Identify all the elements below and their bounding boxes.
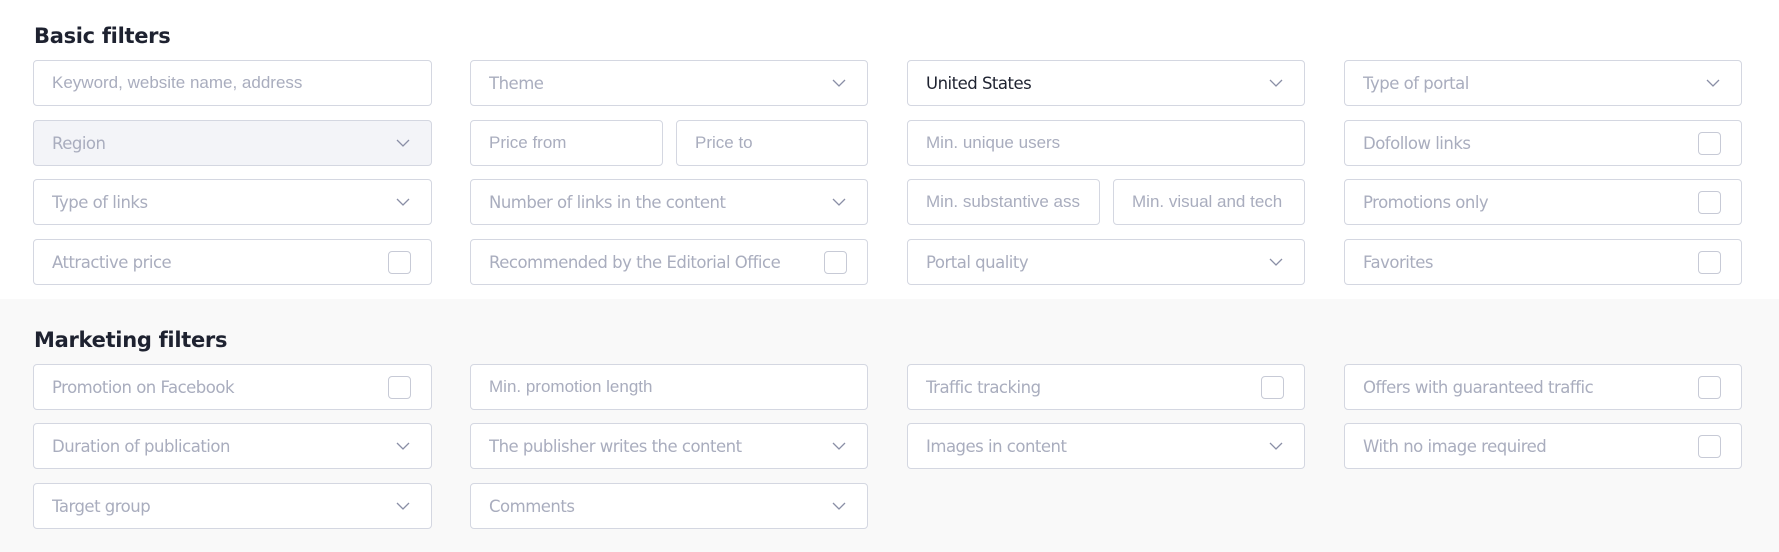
min-promotion-length-placeholder: Min. promotion length: [489, 377, 653, 396]
chevron-down-icon: [1705, 75, 1721, 91]
region-select[interactable]: Region: [33, 120, 432, 166]
min-visual-placeholder: Min. visual and tech: [1132, 192, 1283, 211]
facebook-label: Promotion on Facebook: [52, 377, 235, 397]
marketing-filters-title: Marketing filters: [34, 328, 228, 352]
chevron-down-icon: [831, 438, 847, 454]
country-select[interactable]: United States: [907, 60, 1305, 106]
portal-type-label: Type of portal: [1363, 73, 1469, 93]
recommended-label: Recommended by the Editorial Office: [489, 252, 781, 272]
guaranteed-traffic-checkbox-field[interactable]: Offers with guaranteed traffic: [1344, 364, 1742, 410]
guaranteed-traffic-checkbox[interactable]: [1698, 375, 1721, 399]
no-image-label: With no image required: [1363, 436, 1547, 456]
chevron-down-icon: [1268, 254, 1284, 270]
images-select[interactable]: Images in content: [907, 423, 1305, 469]
recommended-checkbox-field[interactable]: Recommended by the Editorial Office: [470, 239, 868, 285]
portal-quality-label: Portal quality: [926, 252, 1029, 272]
chevron-down-icon: [1268, 438, 1284, 454]
chevron-down-icon: [395, 498, 411, 514]
region-label: Region: [52, 133, 106, 153]
no-image-checkbox-field[interactable]: With no image required: [1344, 423, 1742, 469]
target-group-select[interactable]: Target group: [33, 483, 432, 529]
links-count-label: Number of links in the content: [489, 192, 726, 212]
attractive-price-checkbox[interactable]: [388, 250, 411, 274]
basic-filters-title: Basic filters: [34, 24, 171, 48]
chevron-down-icon: [831, 194, 847, 210]
traffic-tracking-checkbox-field[interactable]: Traffic tracking: [907, 364, 1305, 410]
theme-select[interactable]: Theme: [470, 60, 868, 106]
min-unique-users-placeholder: Min. unique users: [926, 133, 1061, 152]
favorites-label: Favorites: [1363, 252, 1434, 272]
price-to-input[interactable]: Price to: [676, 120, 868, 166]
facebook-checkbox-field[interactable]: Promotion on Facebook: [33, 364, 432, 410]
link-type-select[interactable]: Type of links: [33, 179, 432, 225]
chevron-down-icon: [395, 194, 411, 210]
dofollow-checkbox-field[interactable]: Dofollow links: [1344, 120, 1742, 166]
min-unique-users-input[interactable]: Min. unique users: [907, 120, 1305, 166]
theme-label: Theme: [489, 73, 544, 93]
attractive-price-checkbox-field[interactable]: Attractive price: [33, 239, 432, 285]
chevron-down-icon: [831, 498, 847, 514]
duration-label: Duration of publication: [52, 436, 230, 456]
min-substantive-input[interactable]: Min. substantive ass: [907, 179, 1100, 225]
traffic-tracking-label: Traffic tracking: [926, 377, 1041, 397]
favorites-checkbox[interactable]: [1698, 250, 1721, 274]
portal-type-select[interactable]: Type of portal: [1344, 60, 1742, 106]
attractive-price-label: Attractive price: [52, 252, 172, 272]
promotions-only-checkbox[interactable]: [1698, 190, 1721, 214]
guaranteed-traffic-label: Offers with guaranteed traffic: [1363, 377, 1594, 397]
min-visual-input[interactable]: Min. visual and tech: [1113, 179, 1305, 225]
country-value: United States: [926, 73, 1032, 93]
keyword-input[interactable]: Keyword, website name, address: [33, 60, 432, 106]
comments-label: Comments: [489, 496, 575, 516]
basic-filters-section: Basic filters Keyword, website name, add…: [0, 0, 1779, 299]
target-group-label: Target group: [52, 496, 151, 516]
keyword-placeholder: Keyword, website name, address: [52, 73, 303, 92]
chevron-down-icon: [395, 438, 411, 454]
comments-select[interactable]: Comments: [470, 483, 868, 529]
promotions-only-label: Promotions only: [1363, 192, 1489, 212]
traffic-tracking-checkbox[interactable]: [1261, 375, 1284, 399]
price-to-placeholder: Price to: [695, 133, 753, 152]
link-type-label: Type of links: [52, 192, 148, 212]
marketing-filters-section: Marketing filters Promotion on Facebook …: [0, 299, 1779, 552]
chevron-down-icon: [831, 75, 847, 91]
chevron-down-icon: [395, 135, 411, 151]
publisher-writes-label: The publisher writes the content: [489, 436, 742, 456]
facebook-checkbox[interactable]: [388, 375, 411, 399]
chevron-down-icon: [1268, 75, 1284, 91]
dofollow-checkbox[interactable]: [1698, 131, 1721, 155]
favorites-checkbox-field[interactable]: Favorites: [1344, 239, 1742, 285]
publisher-writes-select[interactable]: The publisher writes the content: [470, 423, 868, 469]
links-count-select[interactable]: Number of links in the content: [470, 179, 868, 225]
images-label: Images in content: [926, 436, 1067, 456]
min-substantive-placeholder: Min. substantive ass: [926, 192, 1081, 211]
duration-select[interactable]: Duration of publication: [33, 423, 432, 469]
dofollow-label: Dofollow links: [1363, 133, 1471, 153]
promotions-only-checkbox-field[interactable]: Promotions only: [1344, 179, 1742, 225]
price-from-input[interactable]: Price from: [470, 120, 663, 166]
min-promotion-length-input[interactable]: Min. promotion length: [470, 364, 868, 410]
no-image-checkbox[interactable]: [1698, 434, 1721, 458]
price-from-placeholder: Price from: [489, 133, 567, 152]
recommended-checkbox[interactable]: [824, 250, 847, 274]
portal-quality-select[interactable]: Portal quality: [907, 239, 1305, 285]
